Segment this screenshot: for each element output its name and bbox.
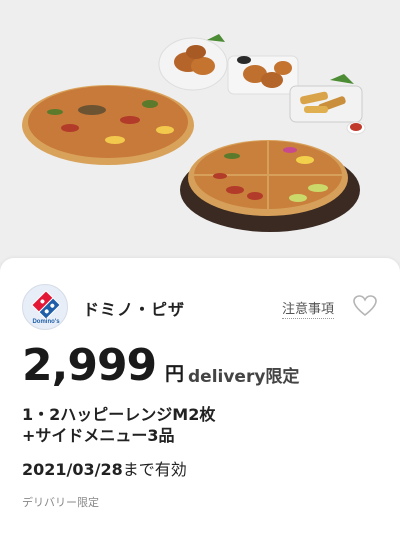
logo-text: Domino's [32,319,60,325]
offer-description-line1: 1・2ハッピーレンジM2枚 [22,405,216,424]
product-photo [0,0,400,262]
validity: 2021/03/28まで有効 [22,456,187,480]
heart-icon[interactable] [352,293,378,319]
price-unit: 円 [165,363,185,385]
pizza-illustration [22,34,366,232]
notice-link[interactable]: 注意事項 [282,298,335,319]
offer-description-line2: +サイドメニュー3品 [22,426,175,445]
brand-row: Domino's ドミノ・ピザ 注意事項 [22,284,378,330]
offer-description: 1・2ハッピーレンジM2枚 +サイドメニュー3品 [22,404,362,446]
potato-tray [289,74,366,135]
price-amount: 2,999 [22,340,157,391]
price-note: delivery限定 [188,367,300,387]
delivery-only-note: デリバリー限定 [22,496,99,509]
dominos-logo: Domino's [22,284,68,330]
validity-suffix: まで有効 [122,460,187,479]
right-pizza [180,140,360,232]
coupon-card[interactable]: Domino's ドミノ・ピザ 注意事項 2,999 円 delivery限定 … [0,258,400,551]
left-pizza [22,85,194,165]
price-row: 2,999 円 delivery限定 [22,342,378,392]
brand-name: ドミノ・ピザ [83,300,186,319]
validity-date: 2021/03/28 [22,460,123,479]
chicken-bowl [158,34,228,91]
nugget-plate [227,55,299,95]
